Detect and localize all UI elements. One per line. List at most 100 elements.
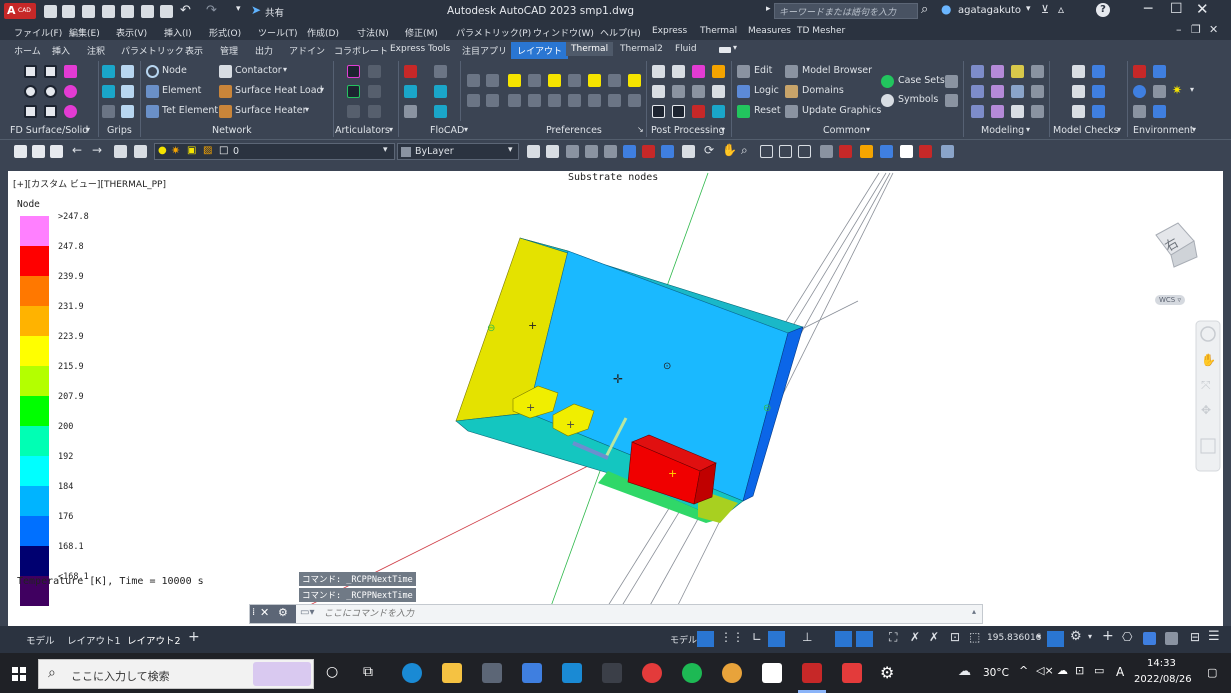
layer-state-icon[interactable] <box>134 145 147 158</box>
pref-e-icon[interactable] <box>508 74 521 87</box>
windows-start-button[interactable] <box>12 667 26 681</box>
osnap-toggle[interactable] <box>835 631 852 647</box>
edge-icon[interactable] <box>402 663 422 683</box>
modeling-d-icon[interactable] <box>1031 65 1044 78</box>
tb-orbit-icon[interactable]: ⟳ <box>704 143 714 157</box>
tb-match-icon[interactable] <box>546 145 559 158</box>
node-button[interactable]: Node <box>162 65 187 76</box>
model-browser-icon[interactable] <box>785 65 798 78</box>
model-browser-button[interactable]: Model Browser <box>802 65 872 76</box>
fd-sphere-icon[interactable] <box>44 85 57 98</box>
articulator-e-icon[interactable] <box>347 105 360 118</box>
articulator-d-icon[interactable] <box>368 85 381 98</box>
post-f-icon[interactable] <box>672 85 685 98</box>
domains-button[interactable]: Domains <box>802 85 844 96</box>
panel-post-processing[interactable]: Post Processing <box>651 125 725 136</box>
lock-icon[interactable]: ⊡ <box>950 630 960 644</box>
surface-heat-load-dropdown-icon[interactable]: ▾ <box>320 85 324 94</box>
post-g-icon[interactable] <box>692 85 705 98</box>
grips-b-icon[interactable] <box>121 65 134 78</box>
minimize-button[interactable]: ─ <box>1144 1 1152 17</box>
tb-properties-icon[interactable] <box>527 145 540 158</box>
command-bar-handle[interactable]: ⁞ ✕ ⚙ <box>250 605 296 623</box>
pref-o-icon[interactable] <box>568 94 581 107</box>
post-k-icon[interactable] <box>692 105 705 118</box>
panel-model-checks[interactable]: Model Checks <box>1053 125 1119 136</box>
pref-l-icon[interactable] <box>508 94 521 107</box>
menu-tools[interactable]: ツール(T) <box>258 26 298 39</box>
symbols-button[interactable]: Symbols <box>898 94 938 105</box>
help-icon[interactable]: ? <box>1096 3 1110 17</box>
flocad-d-icon[interactable] <box>434 85 447 98</box>
fd-solid-icon[interactable] <box>64 65 77 78</box>
autocad-taskbar-icon[interactable] <box>802 663 822 683</box>
reset-icon[interactable] <box>737 105 750 118</box>
user-icon[interactable]: ● <box>941 2 951 16</box>
grips-a-icon[interactable] <box>102 65 115 78</box>
modeling-e-icon[interactable] <box>971 85 984 98</box>
surface-heater-icon[interactable] <box>219 105 232 118</box>
check-a-icon[interactable] <box>1072 65 1085 78</box>
taskbar-search-box[interactable]: ⌕ ここに入力して検索 <box>38 659 314 689</box>
menu-window[interactable]: ウィンドウ(W) <box>533 26 594 39</box>
clean-screen-icon[interactable] <box>1165 632 1178 645</box>
tet-element-icon[interactable] <box>146 105 159 118</box>
tb-view2-icon[interactable] <box>585 145 598 158</box>
isodraft-icon[interactable]: ⊥ <box>802 630 812 644</box>
tab-layout1[interactable]: レイアウト1 <box>67 633 121 647</box>
tb-pan-icon[interactable]: ✋ <box>722 143 737 157</box>
flocad-c-icon[interactable] <box>404 85 417 98</box>
command-prompt-icon[interactable]: ▭▾ <box>300 607 314 618</box>
contactor-icon[interactable] <box>219 65 232 78</box>
layer-dropdown[interactable]: ● ✷ ▣ ▨ □ 0 ▾ <box>154 143 395 160</box>
tb-view3-icon[interactable] <box>604 145 617 158</box>
panel-fd-dropdown-icon[interactable]: ▾ <box>86 125 90 134</box>
close-button[interactable]: ✕ <box>1196 0 1209 18</box>
file-explorer-icon[interactable] <box>442 663 462 683</box>
fd-torus-icon[interactable] <box>64 85 77 98</box>
tb-tool5-icon[interactable] <box>941 145 954 158</box>
store-icon[interactable] <box>522 663 542 683</box>
clock-date[interactable]: 2022/08/26 <box>1134 674 1192 685</box>
pref-a-icon[interactable] <box>467 74 480 87</box>
env-b-icon[interactable] <box>1153 65 1166 78</box>
tb-tool2-icon[interactable] <box>880 145 893 158</box>
color-dropdown[interactable]: ByLayer ▾ <box>397 143 519 160</box>
ribbon-toggle-dropdown-icon[interactable]: ▾ <box>733 43 737 52</box>
open-folder-icon[interactable] <box>62 5 75 18</box>
mail-icon[interactable] <box>562 663 582 683</box>
fd-cylinder-icon[interactable] <box>24 85 37 98</box>
tb-open-icon[interactable] <box>32 145 45 158</box>
weather-icon[interactable]: ☁ <box>958 664 971 679</box>
acrobat-icon[interactable] <box>842 663 862 683</box>
element-icon[interactable] <box>146 85 159 98</box>
status-model-label[interactable]: モデル <box>670 633 697 646</box>
logic-button[interactable]: Logic <box>754 85 779 96</box>
pref-q-icon[interactable] <box>608 94 621 107</box>
tab-output[interactable]: 出力 <box>255 44 273 57</box>
panel-fd-surface-solid[interactable]: FD Surface/Solid <box>10 125 88 136</box>
command-settings-icon[interactable]: ⚙ <box>278 606 288 619</box>
menu-express[interactable]: Express <box>652 26 687 36</box>
post-a-icon[interactable] <box>652 65 665 78</box>
menu-thermal[interactable]: Thermal <box>700 26 737 36</box>
doc-close-button[interactable]: ✕ <box>1209 23 1218 36</box>
fd-cone-solid-icon[interactable] <box>24 105 37 118</box>
case-sets-extra-icon[interactable] <box>945 75 958 88</box>
qat-dropdown-icon[interactable]: ▾ <box>236 4 241 14</box>
tb-render3-icon[interactable] <box>661 145 674 158</box>
menu-draw[interactable]: 作成(D) <box>307 26 339 39</box>
tb-save-icon[interactable] <box>50 145 63 158</box>
flocad-f-icon[interactable] <box>434 105 447 118</box>
tab-express-tools[interactable]: Express Tools <box>390 44 450 54</box>
articulator-f-icon[interactable] <box>368 105 381 118</box>
modeling-c-icon[interactable] <box>1011 65 1024 78</box>
modeling-g-icon[interactable] <box>1011 85 1024 98</box>
network-icon[interactable]: ⊡ <box>1075 664 1084 677</box>
tab-view[interactable]: 表示 <box>185 44 203 57</box>
maximize-button[interactable]: ☐ <box>1170 1 1183 17</box>
tb-back-icon[interactable]: ← <box>72 143 82 157</box>
check-b-icon[interactable] <box>1092 65 1105 78</box>
otrack-toggle[interactable] <box>856 631 873 647</box>
menu-edit[interactable]: 編集(E) <box>69 26 100 39</box>
